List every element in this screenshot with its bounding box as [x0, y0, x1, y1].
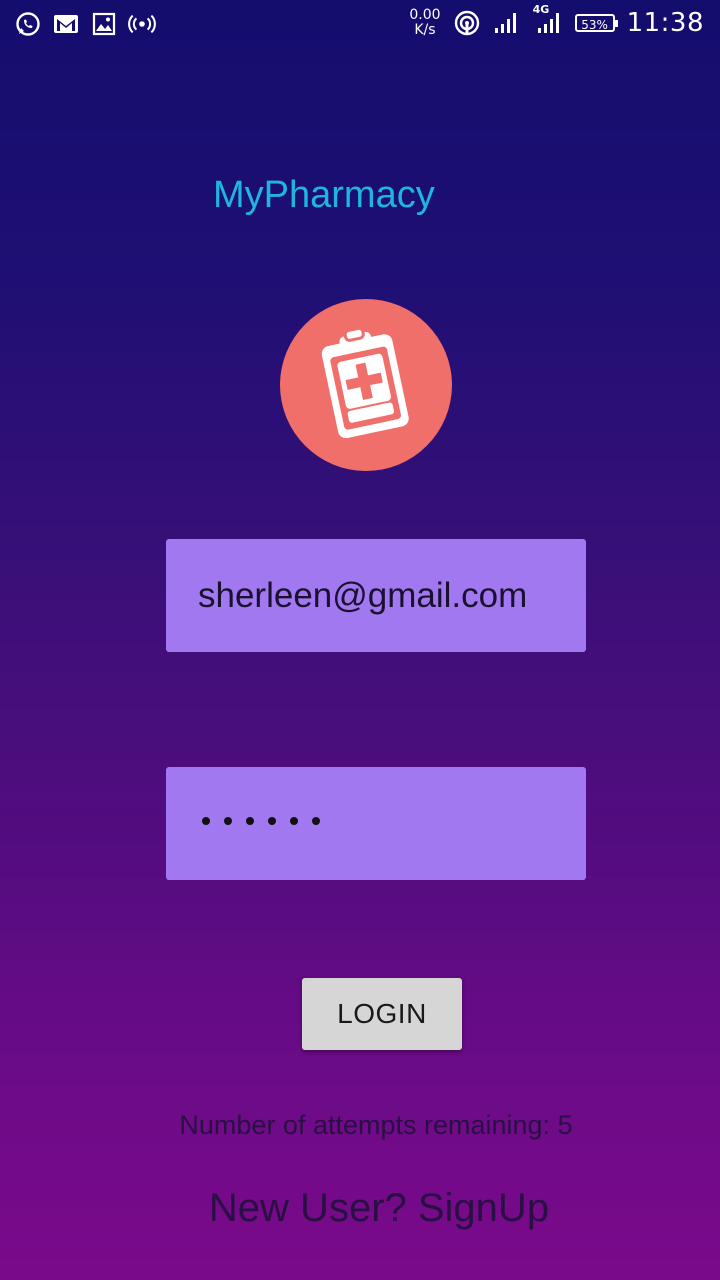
network-speed-unit: K/s — [414, 22, 436, 38]
attempts-remaining-text: Number of attempts remaining: 5 — [179, 1110, 573, 1140]
password-dot — [268, 817, 276, 825]
battery-icon: 53% — [574, 14, 618, 32]
app-title: MyPharmacy — [213, 174, 435, 216]
wifi-calling-icon — [453, 9, 481, 37]
network-speed: 0.00 K/s — [409, 8, 440, 38]
login-button[interactable]: LOGIN — [302, 978, 462, 1050]
medical-clipboard-icon — [321, 326, 409, 439]
password-input-masked[interactable] — [202, 817, 320, 825]
password-dot — [246, 817, 254, 825]
email-field[interactable] — [166, 539, 586, 652]
pharmacy-logo — [280, 299, 452, 471]
password-dot — [224, 817, 232, 825]
signal-strength-icon — [493, 9, 521, 37]
gmail-icon — [52, 10, 80, 38]
password-dot — [312, 817, 320, 825]
whatsapp-icon — [14, 10, 42, 38]
system-status: 0.00 K/s 4G 53% 11:38 — [409, 3, 704, 38]
gallery-icon — [90, 10, 118, 38]
network-speed-value: 0.00 — [409, 7, 441, 23]
clock: 11:38 — [626, 8, 704, 38]
password-dot — [202, 817, 210, 825]
signal-4g-icon: 4G — [533, 3, 563, 37]
network-type-label: 4G — [532, 3, 550, 16]
hotspot-icon — [128, 10, 156, 38]
email-input[interactable] — [166, 539, 586, 652]
status-bar: 0.00 K/s 4G 53% 11:38 — [0, 0, 720, 48]
notification-icons — [14, 10, 156, 38]
password-dot — [290, 817, 298, 825]
signup-link[interactable]: New User? SignUp — [0, 1186, 720, 1231]
battery-level: 53% — [581, 18, 608, 32]
password-field[interactable] — [166, 767, 586, 880]
